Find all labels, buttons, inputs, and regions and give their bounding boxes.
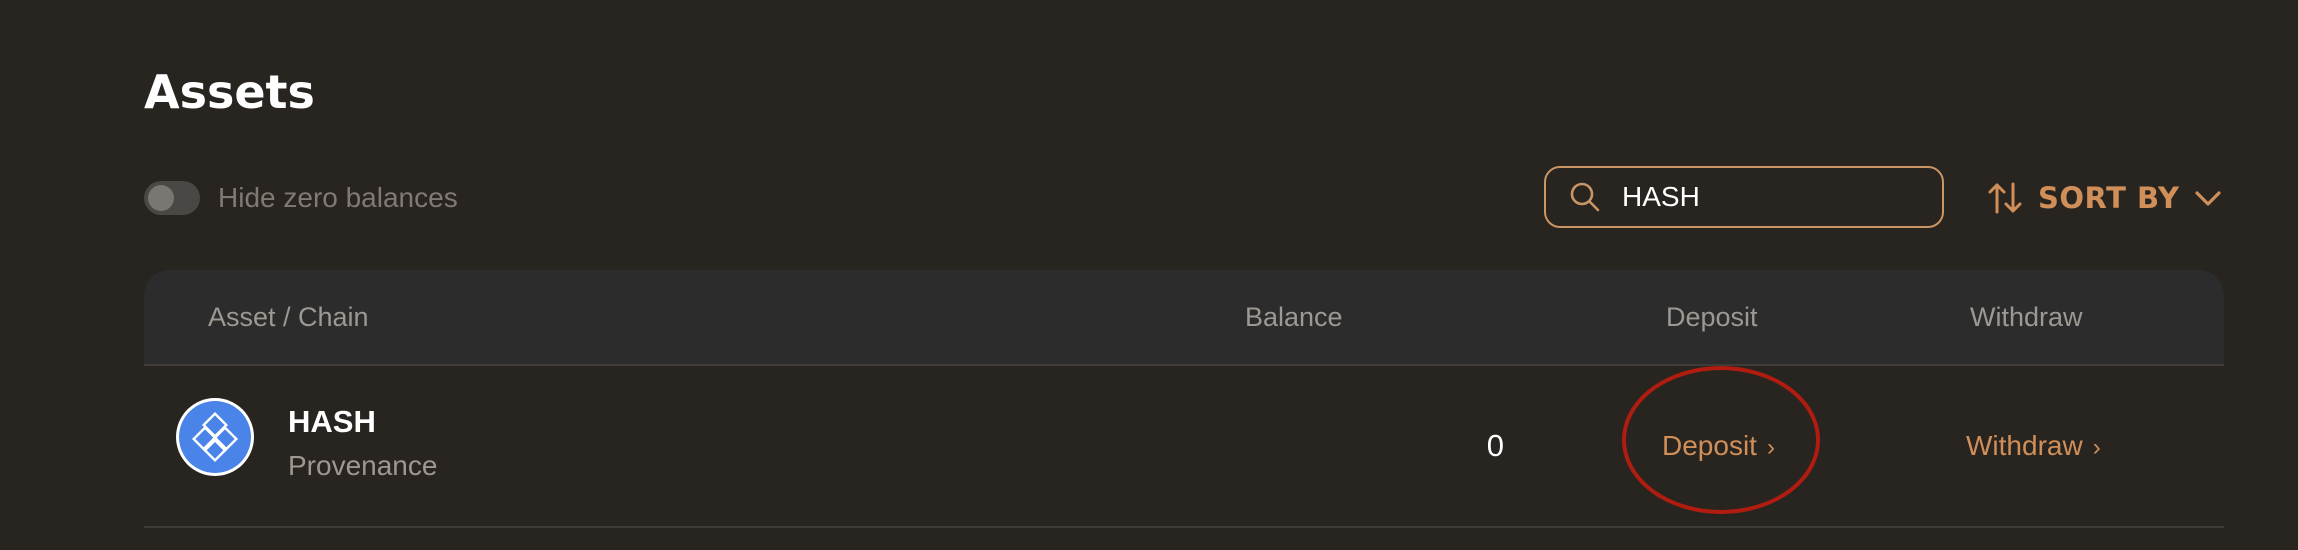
sort-by-label: SORT BY — [2038, 181, 2180, 215]
assets-table: Asset / Chain Balance Deposit Withdraw H… — [144, 270, 2224, 528]
table-row: HASH Provenance 0 Deposit › Withdraw › — [144, 366, 2224, 528]
asset-name: HASH — [288, 404, 376, 439]
deposit-link[interactable]: Deposit › — [1662, 366, 1775, 528]
withdraw-link[interactable]: Withdraw › — [1966, 366, 2101, 528]
column-withdraw: Withdraw — [1970, 302, 2083, 332]
asset-balance: 0 — [1486, 428, 1504, 463]
search-input[interactable] — [1622, 181, 1902, 213]
hash-token-icon — [176, 398, 254, 476]
withdraw-link-label: Withdraw — [1966, 430, 2083, 461]
assets-page: Assets Hide zero balances SORT BY — [0, 0, 2298, 550]
table-header: Asset / Chain Balance Deposit Withdraw — [144, 270, 2224, 366]
toggle-knob — [148, 185, 174, 211]
chevron-right-icon: › — [1766, 434, 1775, 461]
search-icon — [1568, 180, 1602, 214]
asset-chain: Provenance — [288, 450, 438, 481]
column-deposit: Deposit — [1666, 302, 1758, 332]
hide-zero-balances-toggle[interactable]: Hide zero balances — [144, 176, 458, 220]
sort-arrows-icon — [1986, 179, 2024, 217]
deposit-link-label: Deposit — [1662, 430, 1757, 461]
toggle-switch[interactable] — [144, 181, 200, 215]
chevron-right-icon: › — [2092, 434, 2101, 461]
page-title: Assets — [144, 65, 315, 119]
hide-zero-balances-label: Hide zero balances — [218, 182, 458, 213]
column-asset-chain: Asset / Chain — [208, 302, 369, 332]
column-balance: Balance — [1245, 302, 1343, 332]
chevron-down-icon — [2193, 183, 2223, 213]
sort-by-button[interactable]: SORT BY — [1986, 172, 2223, 224]
search-box[interactable] — [1544, 166, 1944, 228]
